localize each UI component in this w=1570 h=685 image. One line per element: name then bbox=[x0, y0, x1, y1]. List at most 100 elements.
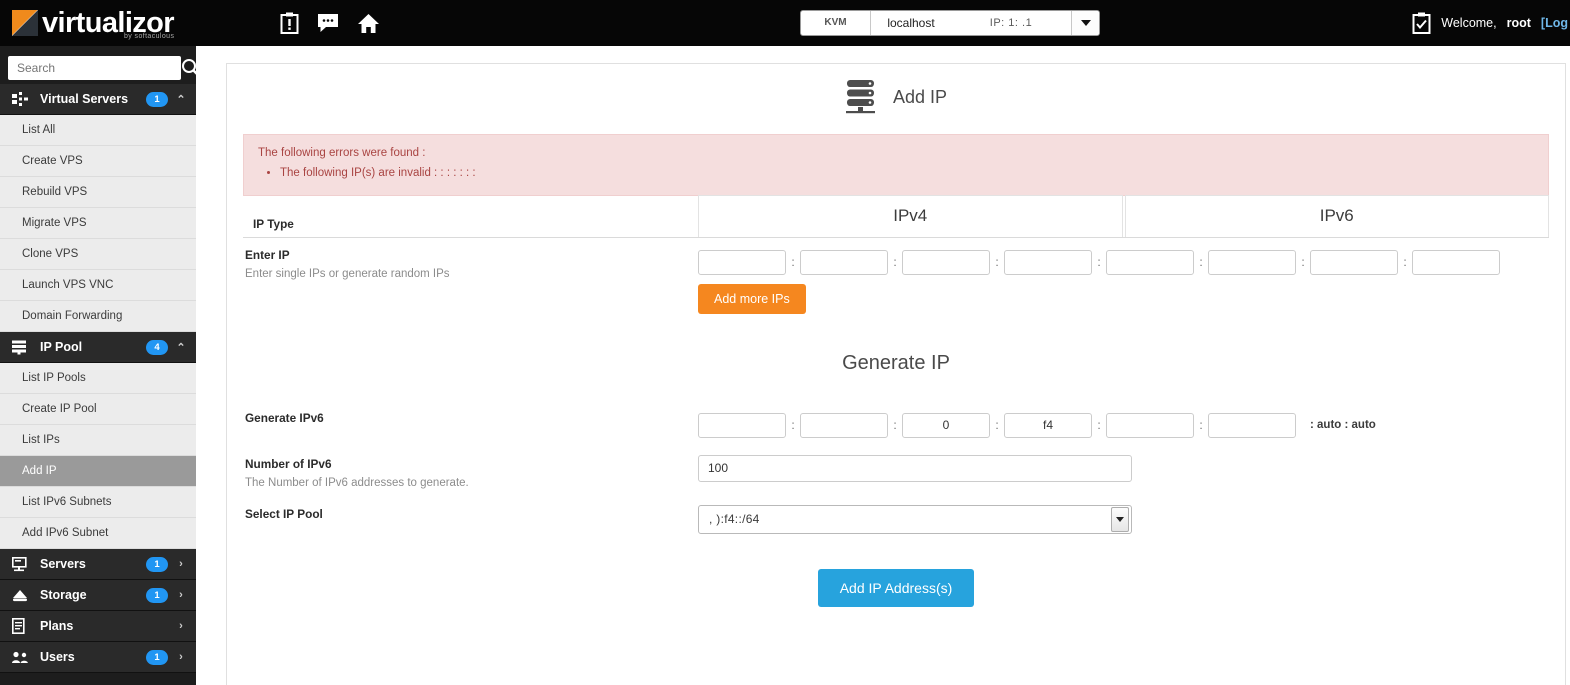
sidebar-item-label: Clone VPS bbox=[22, 248, 79, 260]
servers-grid-icon bbox=[12, 92, 32, 106]
top-bar-icons bbox=[280, 12, 380, 34]
sidebar-item-create-ip-pool[interactable]: Create IP Pool bbox=[0, 394, 196, 425]
sidebar-item-label: Create IP Pool bbox=[22, 403, 97, 415]
logo-subtitle: by softaculous bbox=[124, 33, 175, 40]
chevron-up-icon[interactable]: ⌃ bbox=[176, 93, 186, 106]
sidebar-item-domain-forwarding[interactable]: Domain Forwarding bbox=[0, 301, 196, 332]
clipboard-check-icon[interactable] bbox=[1412, 12, 1431, 34]
top-bar: virtualizor by softaculous KVM localhost… bbox=[0, 0, 1570, 46]
error-item: The following IP(s) are invalid : : : : … bbox=[280, 165, 1534, 183]
server-selector[interactable]: KVM localhost IP: 1: .1 bbox=[800, 10, 1100, 36]
brand-logo[interactable]: virtualizor by softaculous bbox=[0, 0, 200, 46]
sidebar-item-label: Rebuild VPS bbox=[22, 186, 88, 198]
logout-link[interactable]: [Log bbox=[1541, 16, 1568, 30]
select-ip-pool-row: Select IP Pool , ):f4::/64 bbox=[243, 497, 1549, 543]
ip-segment-input-3[interactable] bbox=[902, 249, 990, 275]
ip-segment-input-6[interactable] bbox=[1208, 412, 1296, 438]
chevron-up-icon[interactable]: ⌃ bbox=[176, 341, 186, 354]
generate-ipv6-row: Generate IPv6 :::::: auto : auto bbox=[243, 401, 1549, 447]
ip-pool-stack-icon bbox=[12, 340, 32, 355]
segment-separator: : bbox=[995, 418, 999, 433]
number-of-ipv6-label: Number of IPv6 bbox=[245, 456, 332, 471]
ip-segment-input-4[interactable] bbox=[1004, 249, 1092, 275]
sidebar-item-rebuild-vps[interactable]: Rebuild VPS bbox=[0, 177, 196, 208]
sidebar-group-badge: 1 bbox=[146, 649, 168, 665]
add-more-ips-button[interactable]: Add more IPs bbox=[698, 283, 806, 314]
select-ip-pool-dropdown[interactable]: , ):f4::/64 bbox=[698, 504, 1132, 534]
chevron-down-icon[interactable] bbox=[1071, 11, 1099, 35]
messages-icon[interactable] bbox=[317, 13, 339, 33]
server-ip-label: IP: 1: .1 bbox=[989, 17, 1033, 29]
ip-type-label: IP Type bbox=[253, 216, 294, 231]
sidebar-item-label: Create VPS bbox=[22, 155, 83, 167]
error-banner: The following errors were found : The fo… bbox=[243, 134, 1549, 196]
number-of-ipv6-sub: The Number of IPv6 addresses to generate… bbox=[245, 476, 469, 489]
error-heading: The following errors were found : bbox=[258, 147, 426, 159]
sidebar-item-list-ip-pools[interactable]: List IP Pools bbox=[0, 363, 196, 394]
segment-separator: : bbox=[995, 255, 999, 270]
sidebar-group-plans[interactable]: Plans › bbox=[0, 611, 196, 642]
sidebar-item-label: Add IP bbox=[22, 465, 57, 477]
sidebar-group-ip-pool[interactable]: IP Pool 4 ⌃ bbox=[0, 332, 196, 363]
enter-ip-row: Enter IP Enter single IPs or generate ra… bbox=[243, 238, 1549, 322]
ip-segment-input-1[interactable] bbox=[698, 249, 786, 275]
sidebar-group-virtual-servers[interactable]: Virtual Servers 1 ⌃ bbox=[0, 84, 196, 115]
sidebar-group-badge: 1 bbox=[146, 91, 168, 107]
search-input[interactable] bbox=[8, 56, 181, 80]
sidebar-item-label: Add IPv6 Subnet bbox=[22, 527, 109, 539]
home-icon[interactable] bbox=[357, 13, 380, 34]
chevron-right-icon[interactable]: › bbox=[176, 589, 186, 601]
chevron-down-icon[interactable] bbox=[1111, 506, 1129, 532]
tab-ipv4[interactable]: IPv4 bbox=[698, 194, 1123, 237]
ip-segment-input-6[interactable] bbox=[1208, 249, 1296, 275]
sidebar-group-servers[interactable]: Servers 1 › bbox=[0, 549, 196, 580]
welcome-label: Welcome, bbox=[1441, 16, 1497, 30]
add-ip-card: Add IP The following errors were found :… bbox=[226, 63, 1566, 685]
sidebar-item-migrate-vps[interactable]: Migrate VPS bbox=[0, 208, 196, 239]
sidebar-group-users[interactable]: Users 1 › bbox=[0, 642, 196, 673]
server-type-label: KVM bbox=[801, 11, 871, 35]
page-header: Add IP bbox=[227, 64, 1565, 130]
sidebar-item-list-ipv6-subnets[interactable]: List IPv6 Subnets bbox=[0, 487, 196, 518]
welcome-area: Welcome, root [Log bbox=[1412, 0, 1570, 46]
sidebar-item-add-ipv6-subnet[interactable]: Add IPv6 Subnet bbox=[0, 518, 196, 549]
ip-segment-input-5[interactable] bbox=[1106, 412, 1194, 438]
ip-segment-input-8[interactable] bbox=[1412, 249, 1500, 275]
sidebar-item-list-ips[interactable]: List IPs bbox=[0, 425, 196, 456]
ip-segment-input-2[interactable] bbox=[800, 412, 888, 438]
tab-ipv6[interactable]: IPv6 bbox=[1124, 194, 1549, 237]
sidebar-group-storage[interactable]: Storage 1 › bbox=[0, 580, 196, 611]
search-icon[interactable] bbox=[181, 58, 196, 78]
add-ip-addresses-button[interactable]: Add IP Address(s) bbox=[817, 568, 975, 607]
segment-separator: : bbox=[1097, 255, 1101, 270]
ip-segment-input-3[interactable] bbox=[902, 412, 990, 438]
segment-separator: : bbox=[893, 255, 897, 270]
chevron-right-icon[interactable]: › bbox=[176, 620, 186, 632]
enter-ip-label: Enter IP bbox=[245, 247, 290, 262]
storage-disk-icon bbox=[12, 589, 32, 602]
page-title: Add IP bbox=[892, 86, 948, 107]
ip-segment-input-2[interactable] bbox=[800, 249, 888, 275]
error-list: The following IP(s) are invalid : : : : … bbox=[280, 165, 1534, 183]
sidebar-search bbox=[0, 52, 196, 84]
sidebar-item-create-vps[interactable]: Create VPS bbox=[0, 146, 196, 177]
chevron-right-icon[interactable]: › bbox=[176, 651, 186, 663]
ip-segment-input-4[interactable] bbox=[1004, 412, 1092, 438]
sidebar-group-label: Users bbox=[40, 650, 75, 664]
ip-segment-input-7[interactable] bbox=[1310, 249, 1398, 275]
sidebar-item-launch-vps-vnc[interactable]: Launch VPS VNC bbox=[0, 270, 196, 301]
server-hostname: localhost bbox=[887, 16, 935, 30]
ip-segment-input-1[interactable] bbox=[698, 412, 786, 438]
ip-segment-input-5[interactable] bbox=[1106, 249, 1194, 275]
ip-type-tabs: IPv4 IPv6 bbox=[698, 194, 1549, 237]
sidebar-group-badge: 1 bbox=[146, 587, 168, 603]
sidebar-item-clone-vps[interactable]: Clone VPS bbox=[0, 239, 196, 270]
chevron-right-icon[interactable]: › bbox=[176, 558, 186, 570]
server-rack-icon bbox=[12, 556, 32, 572]
clipboard-alert-icon[interactable] bbox=[280, 12, 299, 34]
number-of-ipv6-input[interactable] bbox=[698, 454, 1132, 482]
sidebar-item-list-all[interactable]: List All bbox=[0, 115, 196, 146]
select-ip-pool-value: , ):f4::/64 bbox=[709, 512, 760, 527]
sidebar-group-label: Virtual Servers bbox=[40, 92, 129, 106]
sidebar-item-add-ip[interactable]: Add IP bbox=[0, 456, 196, 487]
